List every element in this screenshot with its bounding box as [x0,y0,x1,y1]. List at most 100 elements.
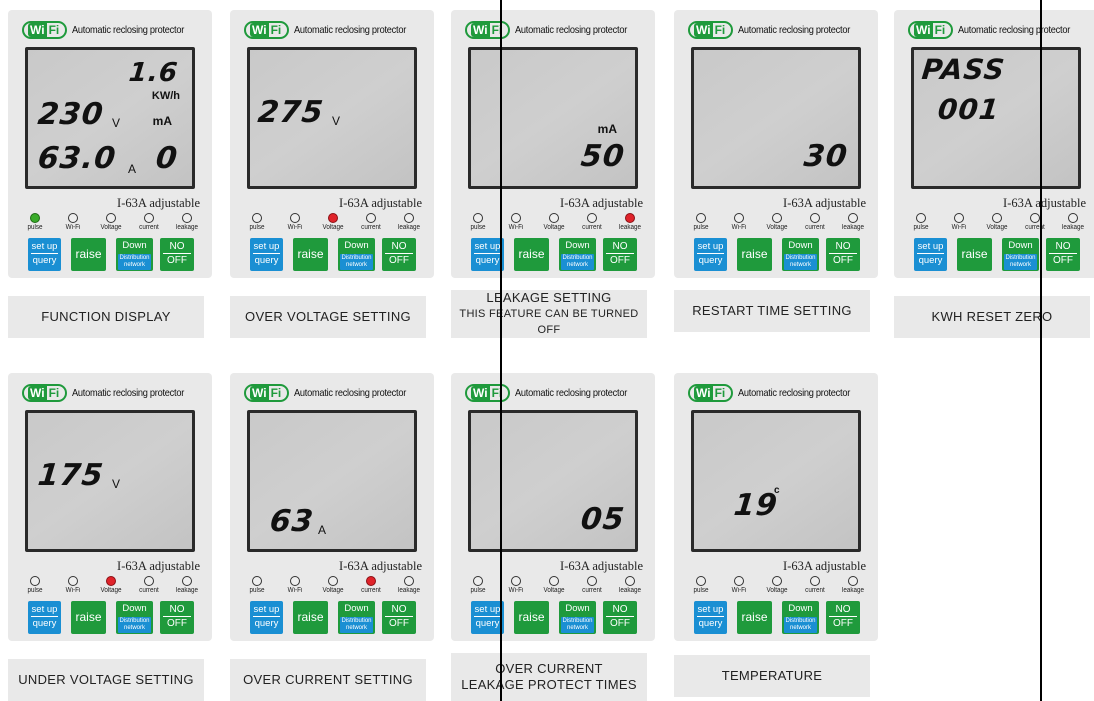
caption-over-voltage: OVER VOLTAGE SETTING [230,296,426,338]
led-voltage [328,576,338,586]
panel-over-current: Wi Fi Automatic reclosing protector 63 A … [230,373,434,641]
down-button[interactable]: Down Distribution network [338,601,375,634]
raise-button[interactable]: raise [71,601,106,634]
down-button[interactable]: Down Distribution network [338,238,375,271]
no-off-button[interactable]: NO OFF [603,601,637,634]
led-leakage [625,576,635,586]
led-wifi [734,576,744,586]
led-pulse [916,213,926,223]
no-off-button[interactable]: NO OFF [826,238,860,271]
panel-temperature: Wi Fi Automatic reclosing protector 19 c … [674,373,878,641]
led-pulse [30,213,40,223]
led-voltage [772,576,782,586]
panel-title: Automatic reclosing protector [72,387,185,399]
indicator-voltage: Voltage [92,213,130,231]
down-button[interactable]: Down Distribution network [559,601,596,634]
indicator-wifi: Wi-Fi [720,576,758,594]
down-button[interactable]: Down Distribution network [782,601,819,634]
adjustable-label: I-63A adjustable [339,196,422,210]
no-off-button[interactable]: NO OFF [160,238,194,271]
setup-query-button[interactable]: set up query [694,601,727,634]
indicator-wifi: Wi-Fi [940,213,978,231]
lcd-value: 275 [256,95,326,130]
panel-over-voltage: Wi Fi Automatic reclosing protector 275 V… [230,10,434,278]
caption-kwh-reset: KWH RESET ZERO [894,296,1090,338]
no-off-button[interactable]: NO OFF [160,601,194,634]
no-off-button[interactable]: NO OFF [382,601,416,634]
led-leakage [404,576,414,586]
led-current [587,576,597,586]
indicator-leakage: leakage [834,576,872,594]
setup-query-button[interactable]: set up query [28,238,61,271]
setup-query-button[interactable]: set up query [250,601,283,634]
indicator-voltage: Voltage [314,576,352,594]
setup-query-button[interactable]: set up query [694,238,727,271]
indicator-current: current [796,576,834,594]
setup-query-button[interactable]: set up query [914,238,947,271]
lcd-screen: 175 V [25,410,195,552]
led-voltage [106,576,116,586]
indicator-voltage: Voltage [314,213,352,231]
down-button[interactable]: Down Distribution network [782,238,819,271]
indicator-leakage: leakage [1054,213,1092,231]
no-off-button[interactable]: NO OFF [382,238,416,271]
raise-button[interactable]: raise [71,238,106,271]
no-off-button[interactable]: NO OFF [603,238,637,271]
panel-title: Automatic reclosing protector [738,24,851,36]
raise-button[interactable]: raise [737,601,772,634]
panel-kwh-reset: Wi Fi Automatic reclosing protector PASS … [894,10,1094,278]
raise-button[interactable]: raise [737,238,772,271]
down-button[interactable]: Down Distribution network [559,238,596,271]
led-voltage [328,213,338,223]
indicator-leakage: leakage [168,576,206,594]
led-voltage [549,576,559,586]
no-off-button[interactable]: NO OFF [1046,238,1080,271]
raise-button[interactable]: raise [957,238,992,271]
panel-header: Wi Fi Automatic reclosing protector [465,21,643,39]
down-button[interactable]: Down Distribution network [116,238,153,271]
divider-line [1040,0,1042,701]
led-wifi [734,213,744,223]
lcd-line2: 001 [936,93,1002,126]
raise-button[interactable]: raise [293,601,328,634]
indicator-row: pulse Wi-Fi Voltage current leakage [459,576,649,600]
led-voltage [549,213,559,223]
lcd-kwh-unit: KW/h [151,90,180,102]
wifi-logo: Wi Fi [465,384,511,402]
wifi-logo: Wi Fi [908,21,954,39]
indicator-current: current [130,576,168,594]
panel-header: Wi Fi Automatic reclosing protector [22,384,200,402]
raise-button[interactable]: raise [514,601,549,634]
no-off-button[interactable]: NO OFF [826,601,860,634]
panel-title: Automatic reclosing protector [515,24,628,36]
panel-under-voltage: Wi Fi Automatic reclosing protector 175 V… [8,373,212,641]
led-wifi [68,213,78,223]
led-pulse [696,213,706,223]
indicator-wifi: Wi-Fi [276,576,314,594]
led-pulse [252,576,262,586]
caption-temperature: TEMPERATURE [674,655,870,697]
wifi-logo: Wi Fi [22,21,68,39]
raise-button[interactable]: raise [514,238,549,271]
led-wifi [954,213,964,223]
down-button[interactable]: Down Distribution network [1002,238,1039,271]
indicator-current: current [130,213,168,231]
setup-query-button[interactable]: set up query [250,238,283,271]
down-button[interactable]: Down Distribution network [116,601,153,634]
caption-function-display: FUNCTION DISPLAY [8,296,204,338]
lcd-screen: 1.6 KW/h 230 V mA 63.0 A 0 [25,47,195,189]
indicator-voltage: Voltage [758,576,796,594]
indicator-leakage: leakage [168,213,206,231]
adjustable-label: I-63A adjustable [117,559,200,573]
indicator-leakage: leakage [611,213,649,231]
raise-button[interactable]: raise [293,238,328,271]
setup-query-button[interactable]: set up query [28,601,61,634]
lcd-screen: PASS 001 [911,47,1081,189]
led-leakage [625,213,635,223]
indicator-voltage: Voltage [758,213,796,231]
led-current [366,213,376,223]
led-leakage [1068,213,1078,223]
adjustable-label: I-63A adjustable [1003,196,1086,210]
led-current [587,213,597,223]
indicator-voltage: Voltage [535,576,573,594]
